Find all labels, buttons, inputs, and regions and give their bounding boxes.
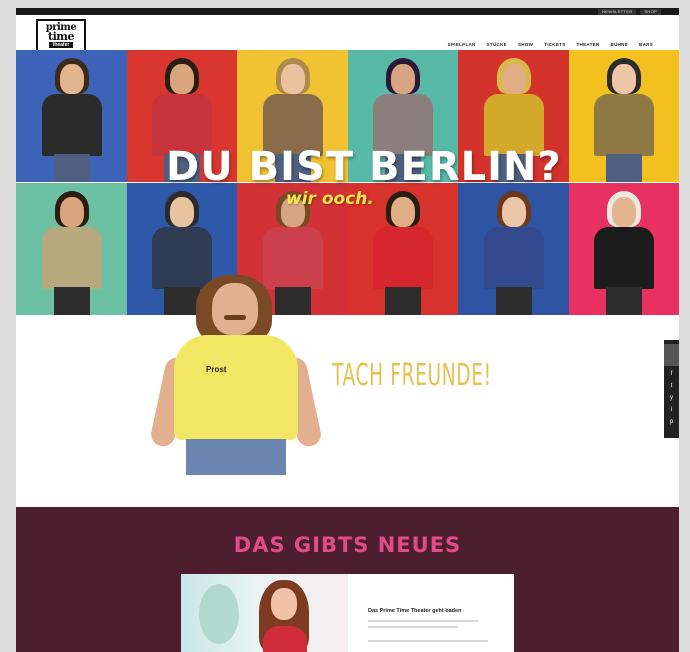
- cast-member-legs: [495, 287, 532, 315]
- news-section: DAS GIBTS NEUES Das Prime Time Theater g…: [16, 507, 679, 652]
- youtube-icon[interactable]: y: [670, 395, 673, 402]
- social-label-tab[interactable]: [664, 344, 679, 366]
- cast-member-legs: [53, 287, 90, 315]
- cast-member-body: [41, 94, 102, 156]
- hero-photo-tile: [568, 50, 679, 182]
- mascot-jeans: [186, 439, 286, 475]
- cast-member-head: [501, 197, 526, 227]
- cast-member-legs: [606, 154, 642, 182]
- browser-page: NEWSLETTER SHOP prime time theater SPIEL…: [16, 8, 679, 652]
- cast-member-head: [391, 64, 415, 94]
- cast-member-legs: [385, 287, 421, 315]
- facebook-icon[interactable]: f: [671, 371, 673, 378]
- cast-member-figure: [32, 183, 112, 315]
- cast-member-figure: [32, 50, 112, 182]
- nav-tickets[interactable]: TICKETS: [544, 42, 565, 47]
- cast-member-head: [612, 64, 636, 94]
- cast-member-legs: [53, 154, 90, 182]
- news-card-headline[interactable]: Das Prime Time Theater geht baden: [368, 608, 461, 614]
- news-card[interactable]: Das Prime Time Theater geht baden: [181, 574, 514, 652]
- instagram-icon[interactable]: i: [671, 407, 672, 414]
- cast-member-figure: [584, 183, 664, 315]
- shop-link[interactable]: SHOP: [640, 8, 661, 15]
- cast-member-head: [391, 197, 415, 227]
- cast-member-head: [170, 64, 194, 94]
- hero-title: DU BIST BERLIN?: [166, 144, 562, 190]
- hero-photo-tile: [568, 183, 679, 315]
- top-bar: NEWSLETTER SHOP: [16, 8, 679, 15]
- site-logo[interactable]: prime time theater: [36, 19, 86, 52]
- mascot-shirt-text: Prost: [206, 365, 227, 374]
- mascot-shirt: [174, 335, 298, 440]
- cast-member-figure: [474, 183, 554, 315]
- nav-bars[interactable]: BARS: [639, 42, 653, 47]
- cast-member-body: [373, 227, 433, 289]
- hero-photo-tile: [16, 183, 127, 315]
- cast-member-body: [41, 227, 102, 289]
- cast-member-head: [501, 64, 526, 94]
- hero-subtitle: wir ooch.: [286, 189, 374, 209]
- hero-banner[interactable]: DU BIST BERLIN? wir ooch.: [16, 50, 679, 315]
- pinterest-icon[interactable]: p: [670, 419, 673, 426]
- hero-photo-tile: [16, 50, 127, 182]
- cast-member-head: [59, 197, 84, 227]
- mascot-photo: Prost: [148, 275, 324, 507]
- cast-member-head: [280, 64, 305, 94]
- news-title: DAS GIBTS NEUES: [233, 533, 462, 557]
- newsletter-link[interactable]: NEWSLETTER: [598, 8, 637, 15]
- logo-line-3: theater: [48, 42, 74, 48]
- cast-member-body: [483, 227, 544, 289]
- twitter-icon[interactable]: t: [671, 383, 673, 390]
- nav-stuecke[interactable]: STÜCKE: [487, 42, 507, 47]
- cast-member-figure: [363, 183, 443, 315]
- main-nav: SPIELPLAN STÜCKE SHOW TICKETS THEATER BÜ…: [448, 42, 653, 47]
- intro-section: Prost TACH FREUNDE! f t y i p: [16, 275, 679, 507]
- cast-member-head: [170, 197, 194, 227]
- news-card-text-line: [368, 640, 488, 642]
- cast-member-head: [59, 64, 84, 94]
- hero-photo-tile: [458, 183, 569, 315]
- logo-line-2: time: [48, 30, 74, 43]
- news-card-text-line: [368, 620, 478, 622]
- cast-member-legs: [606, 287, 642, 315]
- nav-spielplan[interactable]: SPIELPLAN: [448, 42, 476, 47]
- woman-dress: [263, 626, 307, 652]
- cast-member-head: [612, 197, 636, 227]
- mascot-face: [212, 283, 258, 335]
- cast-member-figure: [584, 50, 664, 182]
- cast-member-body: [594, 94, 654, 156]
- palm-shape: [199, 584, 239, 644]
- news-card-text-line: [368, 626, 458, 628]
- top-links: NEWSLETTER SHOP: [598, 8, 661, 15]
- social-sidebar: f t y i p: [664, 340, 679, 438]
- nav-theater[interactable]: THEATER: [577, 42, 600, 47]
- greeting-heading: TACH FREUNDE!: [332, 358, 492, 393]
- nav-show[interactable]: SHOW: [518, 42, 533, 47]
- woman-face: [271, 588, 297, 620]
- news-card-image[interactable]: [181, 574, 348, 652]
- cast-member-body: [594, 227, 654, 289]
- nav-buehne[interactable]: BÜHNE: [611, 42, 629, 47]
- mascot-moustache: [224, 315, 246, 320]
